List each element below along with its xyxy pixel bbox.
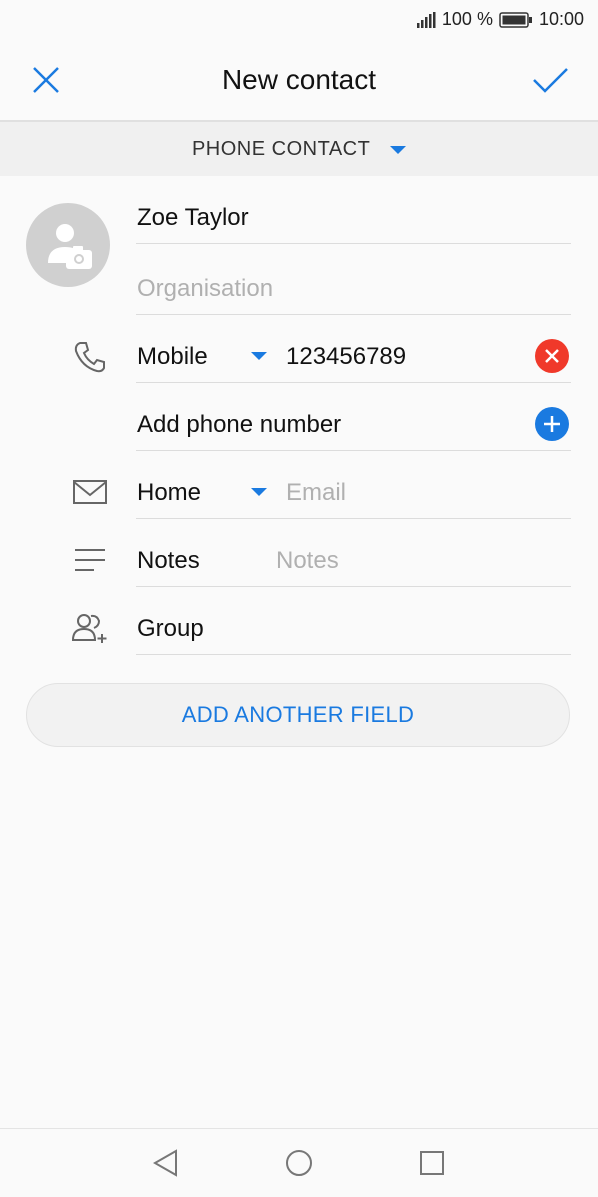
clear-phone-button[interactable] bbox=[535, 339, 569, 373]
signal-icon bbox=[416, 11, 436, 28]
divider bbox=[136, 314, 571, 315]
phone-number-field[interactable]: 123456789 bbox=[286, 343, 406, 371]
camera-contact-icon bbox=[48, 224, 92, 269]
plus-icon bbox=[544, 416, 560, 432]
account-selector-label: PHONE CONTACT bbox=[0, 138, 598, 161]
group-add-icon bbox=[71, 614, 107, 643]
email-type-dropdown-icon[interactable] bbox=[251, 488, 267, 496]
group-field[interactable]: Group bbox=[137, 615, 204, 643]
back-icon[interactable] bbox=[150, 1147, 182, 1179]
app-bar: New contact bbox=[0, 40, 598, 120]
navigation-bar bbox=[0, 1128, 598, 1197]
phone-icon bbox=[74, 342, 105, 373]
status-bar: 100 % 10:00 bbox=[0, 0, 598, 40]
organisation-field[interactable]: Organisation bbox=[137, 275, 273, 303]
recents-icon[interactable] bbox=[416, 1147, 448, 1179]
phone-type-label[interactable]: Mobile bbox=[137, 343, 208, 371]
status-indicators: 100 % 10:00 bbox=[416, 9, 584, 30]
divider bbox=[136, 518, 571, 519]
email-type-label[interactable]: Home bbox=[137, 479, 201, 507]
divider bbox=[136, 654, 571, 655]
add-another-field-button[interactable]: ADD ANOTHER FIELD bbox=[26, 683, 570, 747]
save-button[interactable] bbox=[530, 62, 570, 98]
avatar-photo-button[interactable] bbox=[26, 203, 110, 287]
home-icon[interactable] bbox=[283, 1147, 315, 1179]
divider bbox=[136, 382, 571, 383]
battery-icon bbox=[499, 11, 532, 28]
battery-percentage: 100 % bbox=[441, 9, 493, 29]
add-phone-number-button[interactable] bbox=[535, 407, 569, 441]
divider bbox=[136, 243, 571, 244]
clear-icon bbox=[545, 349, 559, 363]
divider bbox=[136, 450, 571, 451]
add-phone-number-label[interactable]: Add phone number bbox=[137, 411, 341, 439]
dropdown-arrow-icon bbox=[390, 145, 407, 154]
notes-icon bbox=[75, 549, 105, 571]
name-field[interactable]: Zoe Taylor bbox=[137, 204, 249, 232]
notes-field[interactable]: Notes bbox=[276, 547, 339, 575]
email-icon bbox=[73, 480, 107, 504]
divider bbox=[136, 586, 571, 587]
phone-type-dropdown-icon[interactable] bbox=[251, 352, 267, 360]
email-field[interactable]: Email bbox=[286, 479, 346, 507]
account-selector[interactable]: PHONE CONTACT bbox=[0, 122, 598, 176]
page-title: New contact bbox=[221, 64, 377, 95]
check-icon bbox=[533, 68, 568, 93]
clock: 10:00 bbox=[538, 9, 584, 29]
notes-label: Notes bbox=[137, 547, 200, 574]
